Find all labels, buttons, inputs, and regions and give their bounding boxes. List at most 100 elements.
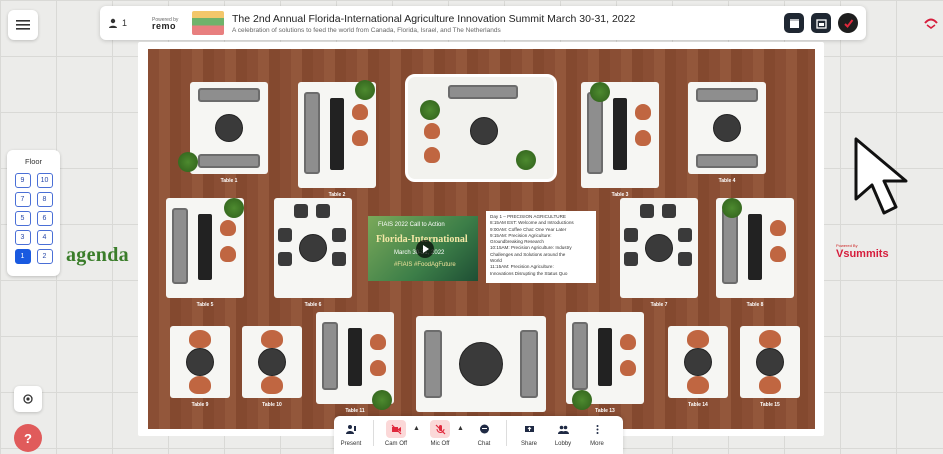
clapboard-icon [789,18,799,28]
chair [370,334,386,350]
play-icon[interactable] [416,240,434,258]
plant-decoration [516,150,536,170]
chair [352,104,368,120]
chair [635,130,651,146]
table[interactable]: Table 15 [740,326,800,408]
camera-off-icon [391,424,401,434]
chair [624,228,638,242]
slide-line-5: #FIAIS #FoodAgFuture [394,262,456,268]
mic-off-icon [435,424,445,434]
table-top [215,114,243,142]
chair [261,376,283,394]
share-button[interactable]: Share [512,420,546,447]
floor-selector: Floor 9 10 7 8 5 6 3 4 1 2 [7,150,60,276]
plant-decoration [355,80,375,100]
chair [189,376,211,394]
chair [424,147,440,163]
hamburger-icon [16,20,30,30]
floor-button-5[interactable]: 5 [14,211,31,226]
table-top [459,342,503,386]
floor-button-6[interactable]: 6 [36,211,53,226]
chair [759,376,781,394]
floor-button-3[interactable]: 3 [14,230,31,245]
chair [640,204,654,218]
table-top [645,234,673,262]
participant-count-value: 1 [122,18,128,28]
brand-corner-icon [924,18,938,29]
menu-button[interactable] [8,10,38,40]
camera-label: Cam Off [384,441,408,447]
table-label: Table 5 [196,302,214,308]
agenda-sheet[interactable]: Day 1 – PRECISION AGRICULTURE 8:15AM EST:… [486,211,596,283]
crosshair-icon [23,394,33,404]
floor-button-7[interactable]: 7 [14,192,31,207]
chair [662,204,676,218]
bottom-toolbar: Present Cam Off ▲ Mic Off ▲ Chat Share L… [334,416,623,454]
presentation-slide[interactable]: FIAIS 2022 Call to Action Florida-Intern… [368,216,478,281]
table[interactable]: Table 6 [274,198,352,308]
floor-button-10[interactable]: 10 [36,173,53,188]
chair [424,123,440,139]
chat-label: Chat [477,441,491,447]
table[interactable]: Table 12 [416,316,546,422]
table-top [258,348,286,376]
sofa [198,88,260,102]
camera-options-caret[interactable]: ▲ [413,425,423,432]
table[interactable]: Table 10 [242,326,302,408]
table-top [186,348,214,376]
table[interactable]: Table 4 [688,82,766,184]
event-subtitle: A celebration of solutions to feed the w… [232,26,501,34]
plant-decoration [178,152,198,172]
chair [294,204,308,218]
help-button[interactable]: ? [14,424,42,452]
table[interactable]: Table 14 [668,326,728,408]
table[interactable]: Table 9 [170,326,230,408]
chair [624,252,638,266]
present-button[interactable]: Present [334,420,368,447]
floor-button-4[interactable]: 4 [36,230,53,245]
table-top [598,328,612,386]
present-label: Present [340,441,362,447]
remo-logo: remo [152,21,177,31]
chair [332,252,346,266]
mic-button[interactable]: Mic Off [423,420,457,447]
table-label: Table 4 [718,178,736,184]
chair [678,252,692,266]
sofa [572,322,588,390]
locate-me-button[interactable] [14,386,42,412]
lobby-button[interactable]: Lobby [546,420,580,447]
table-top [613,98,627,170]
calendar-button[interactable] [811,13,831,33]
agenda-link[interactable]: agenda [66,244,129,267]
participant-count[interactable]: 1 [108,18,142,28]
whiteboard-button[interactable] [784,13,804,33]
group-icon [557,425,569,434]
table[interactable] [405,74,557,182]
checkmark-icon [843,18,853,28]
table-top [299,234,327,262]
floor-button-2[interactable]: 2 [36,249,53,264]
chair [370,360,386,376]
sofa [424,330,442,398]
floor-button-9[interactable]: 9 [14,173,31,188]
profile-avatar-button[interactable] [838,13,858,33]
chair [352,130,368,146]
table-top [470,117,498,145]
table[interactable]: Table 1 [190,82,268,184]
more-button[interactable]: More [580,420,614,447]
table-top [198,214,212,280]
table-top [684,348,712,376]
presenter-icon [345,424,356,434]
table-label: Table 6 [304,302,322,308]
floor-button-8[interactable]: 8 [36,192,53,207]
sofa [322,322,338,390]
event-header: 1 Powered by remo The 2nd Annual Florida… [100,6,866,40]
chair [678,228,692,242]
floor-button-1[interactable]: 1 [14,249,31,264]
sofa [587,92,603,174]
table-label: Table 1 [220,178,238,184]
mic-options-caret[interactable]: ▲ [457,425,467,432]
camera-button[interactable]: Cam Off [379,420,413,447]
chat-button[interactable]: Chat [467,420,501,447]
table[interactable]: Table 7 [620,198,698,308]
